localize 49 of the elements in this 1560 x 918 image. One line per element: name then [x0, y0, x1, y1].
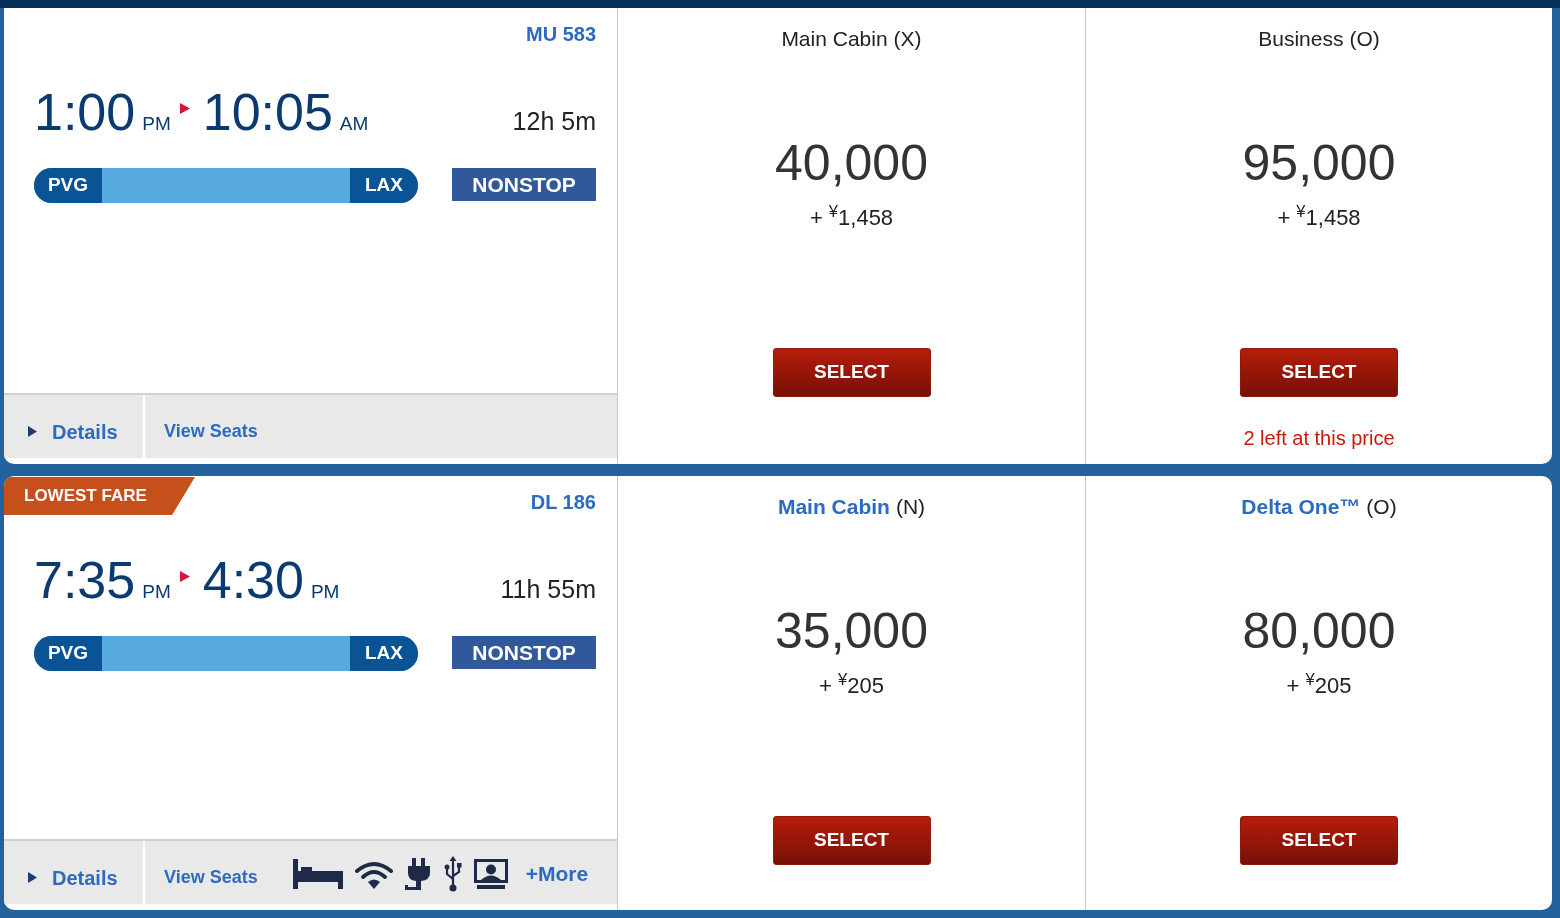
details-link[interactable]: Details — [28, 416, 118, 447]
more-amenities-link[interactable]: +More — [525, 857, 589, 890]
select-button[interactable]: SELECT — [772, 816, 931, 865]
details-link[interactable]: Details — [28, 862, 118, 893]
seats-left-note: 2 left at this price — [1243, 427, 1395, 449]
time-period: PM — [310, 582, 340, 601]
taxes-fees: + $^{¥}$1,458 — [809, 205, 894, 231]
arrival-time: 10:05 — [202, 86, 333, 138]
origin-code: PVG — [34, 168, 102, 203]
cabin-link[interactable]: Delta One™ — [1241, 495, 1361, 519]
stops-badge: NONSTOP — [452, 168, 596, 201]
time-period: PM — [142, 582, 171, 601]
arrow-icon — [179, 103, 190, 114]
flight-number-link[interactable]: DL 186 — [530, 490, 596, 514]
cabin-link[interactable]: Main Cabin — [777, 495, 890, 519]
stops-badge: NONSTOP — [452, 636, 596, 669]
cabin-name: Main Cabin — [781, 27, 888, 51]
select-button[interactable]: SELECT — [1240, 816, 1398, 865]
select-button[interactable]: SELECT — [1240, 348, 1398, 397]
flight-duration: 11h 55m — [500, 577, 596, 602]
fare-class: (O) — [1349, 27, 1380, 51]
fare-class: (O) — [1366, 495, 1397, 519]
view-seats-link[interactable]: View Seats — [164, 864, 258, 891]
arrival-time: 4:30 — [202, 554, 304, 606]
fare-class: (N) — [895, 495, 926, 519]
miles-price: 35,000 — [775, 606, 928, 656]
miles-price: 95,000 — [1242, 138, 1396, 188]
departure-time: 7:35 — [34, 554, 136, 606]
time-period: AM — [339, 114, 369, 133]
fare-badge: LOWEST FARE — [4, 477, 195, 515]
taxes-fees: + $^{¥}$205 — [1286, 673, 1352, 699]
view-seats-link[interactable]: View Seats — [164, 418, 258, 445]
origin-code: PVG — [34, 636, 102, 671]
taxes-fees: + $^{¥}$205 — [819, 673, 884, 699]
caret-icon — [28, 426, 37, 437]
departure-time: 1:00 — [34, 86, 136, 138]
time-period: PM — [142, 114, 171, 133]
miles-price: 40,000 — [775, 138, 928, 188]
flight-duration: 12h 5m — [512, 109, 596, 134]
flight-number-link[interactable]: MU 583 — [525, 22, 596, 46]
caret-icon — [28, 872, 37, 883]
destination-code: LAX — [350, 168, 418, 203]
select-button[interactable]: SELECT — [772, 348, 931, 397]
fare-class: (X) — [893, 27, 922, 51]
cabin-name: Business — [1258, 27, 1344, 51]
destination-code: LAX — [350, 636, 418, 671]
miles-price: 80,000 — [1242, 606, 1396, 656]
arrow-icon — [179, 571, 190, 582]
taxes-fees: + $^{¥}$1,458 — [1277, 205, 1361, 231]
